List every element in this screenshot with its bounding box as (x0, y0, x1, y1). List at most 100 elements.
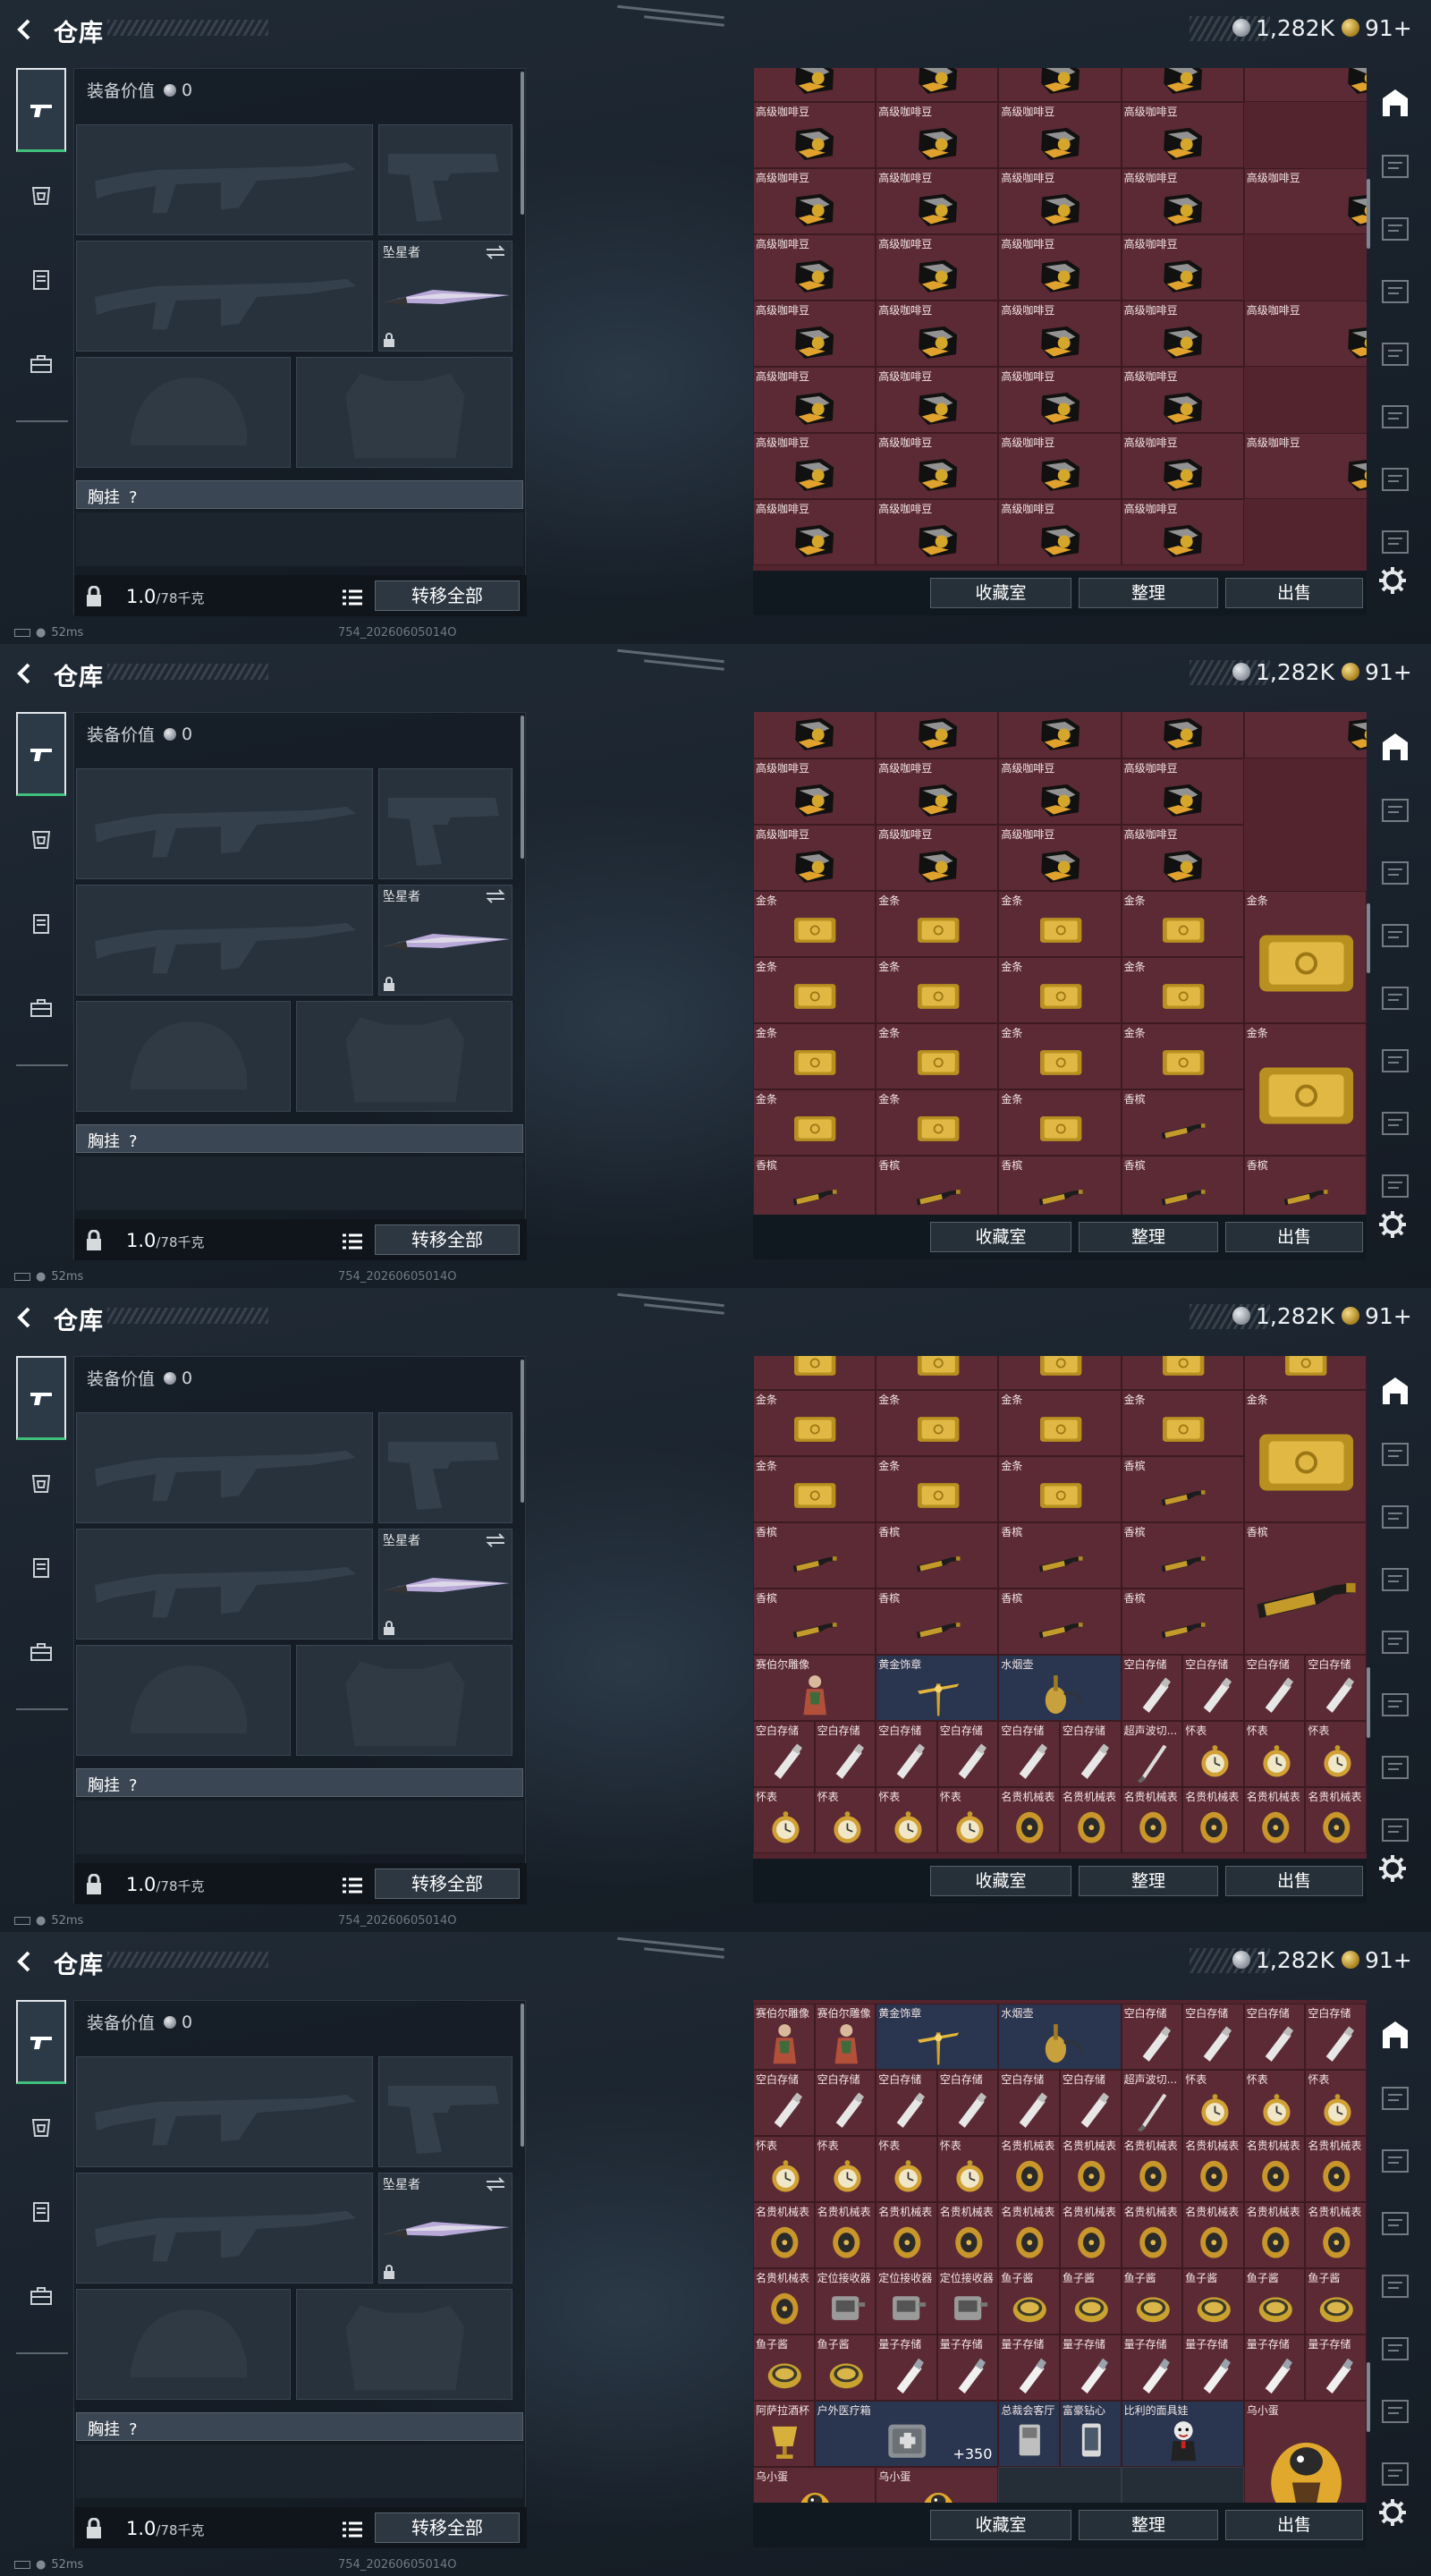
secondary-weapon-slot[interactable] (76, 2173, 373, 2284)
inventory-item[interactable]: 高级咖啡豆 (753, 712, 876, 759)
transfer-all-button[interactable]: 转移全部 (375, 1224, 520, 1255)
tab-backpack[interactable] (16, 966, 66, 1050)
inventory-item[interactable]: 量子存储 (1243, 2334, 1306, 2402)
inventory-item[interactable]: 金条 (1121, 1023, 1244, 1090)
helmet-slot[interactable] (76, 357, 291, 468)
organize-button[interactable]: 整理 (1079, 1222, 1218, 1252)
inventory-item[interactable]: 怀表 (753, 2136, 815, 2203)
storage-tab-icon[interactable] (1377, 2394, 1413, 2429)
inventory-item[interactable]: 赛伯尔雕像 (753, 2004, 815, 2071)
inventory-item[interactable]: 户外医疗箱 +350 (814, 2401, 999, 2468)
inventory-item[interactable]: 金条 (753, 1356, 876, 1390)
warehouse-scrollbar[interactable] (1367, 2361, 1370, 2433)
inventory-item[interactable]: 怀表 (814, 2136, 876, 2203)
inventory-item[interactable]: 金条 (1243, 891, 1367, 1024)
storage-tab-icon[interactable] (1377, 1624, 1413, 1660)
list-icon[interactable] (343, 1877, 362, 1894)
inventory-item[interactable]: 空白存储 (876, 1720, 937, 1787)
pistol-slot[interactable] (378, 2056, 512, 2167)
storage-tab-icon[interactable] (1377, 918, 1413, 953)
swap-icon[interactable] (485, 245, 506, 259)
tab-rig[interactable] (16, 1526, 66, 1610)
sell-button[interactable]: 出售 (1225, 2510, 1363, 2540)
inventory-item[interactable]: 空白存储 (1305, 2004, 1367, 2071)
chest-rig-header[interactable]: 胸挂? (76, 480, 523, 509)
inventory-item[interactable]: 名贵机械表 (936, 2202, 999, 2269)
inventory-item[interactable]: 香槟 (1121, 1089, 1244, 1157)
inventory-item[interactable]: 鱼子酱 (1060, 2268, 1122, 2335)
storage-tab-icon[interactable] (1377, 336, 1413, 372)
body-armor-slot[interactable] (296, 1645, 512, 1756)
inventory-item[interactable]: 金条 (998, 1023, 1122, 1090)
inventory-item[interactable]: 金条 (998, 1389, 1122, 1456)
tab-armor[interactable] (16, 798, 66, 882)
inventory-item[interactable]: 高级咖啡豆 (876, 432, 999, 499)
gold-currency[interactable]: 91+ (1342, 1302, 1412, 1329)
empty-slot[interactable] (998, 2467, 1122, 2503)
inventory-item[interactable]: 怀表 (1182, 1720, 1244, 1787)
inventory-item[interactable]: 金条 (1243, 1023, 1367, 1157)
inventory-item[interactable]: 空白存储 (1121, 2004, 1183, 2071)
inventory-item[interactable]: 名贵机械表 (998, 1786, 1060, 1853)
inventory-item[interactable]: 高级咖啡豆 (998, 233, 1122, 301)
storage-tab-icon[interactable] (1377, 1436, 1413, 1472)
secondary-weapon-slot[interactable] (76, 1529, 373, 1640)
empty-slot[interactable] (1121, 2467, 1244, 2503)
storage-tab-icon[interactable] (1377, 274, 1413, 309)
inventory-item[interactable]: 金条 (753, 891, 876, 958)
inventory-item[interactable]: 高级咖啡豆 (876, 366, 999, 433)
storage-tab-icon[interactable] (1377, 2143, 1413, 2179)
sell-button[interactable]: 出售 (1225, 1866, 1363, 1896)
melee-slot[interactable]: 坠星者 (378, 885, 512, 996)
tab-weapons[interactable] (16, 712, 66, 796)
inventory-item[interactable]: 怀表 (876, 2136, 937, 2203)
pistol-slot[interactable] (378, 1412, 512, 1523)
inventory-item[interactable]: 名贵机械表 (1243, 1786, 1306, 1853)
inventory-item[interactable]: 香槟 (876, 1156, 999, 1215)
body-armor-slot[interactable] (296, 357, 512, 468)
inventory-item[interactable]: 高级咖啡豆 (998, 366, 1122, 433)
inventory-item[interactable]: 高级咖啡豆 (1121, 825, 1244, 892)
inventory-item[interactable]: 乌小蛋 (876, 2467, 999, 2503)
inventory-item[interactable]: 香槟 (753, 1156, 876, 1215)
inventory-item[interactable]: 怀表 (1305, 1720, 1367, 1787)
organize-button[interactable]: 整理 (1079, 1866, 1218, 1896)
transfer-all-button[interactable]: 转移全部 (375, 580, 520, 611)
transfer-all-button[interactable]: 转移全部 (375, 2512, 520, 2543)
inventory-item[interactable]: 高级咖啡豆 (876, 498, 999, 565)
tab-rig[interactable] (16, 2170, 66, 2254)
inventory-item[interactable]: 名贵机械表 (1182, 2136, 1244, 2203)
melee-slot[interactable]: 坠星者 (378, 1529, 512, 1640)
chest-rig-area[interactable] (76, 513, 523, 566)
inventory-item[interactable]: 香槟 (876, 1588, 999, 1655)
inventory-item[interactable]: 定位接收器 (814, 2268, 876, 2335)
inventory-item[interactable]: 鱼子酱 (753, 2334, 815, 2402)
inventory-item[interactable]: 怀表 (876, 1786, 937, 1853)
inventory-item[interactable]: 定位接收器 (936, 2268, 999, 2335)
primary-weapon-slot[interactable] (76, 124, 373, 235)
storage-tab-icon[interactable] (1377, 148, 1413, 184)
inventory-item[interactable]: 香槟 (1121, 1156, 1244, 1215)
inventory-item[interactable]: 空白存储 (1060, 1720, 1122, 1787)
storage-tab-icon[interactable] (1377, 2456, 1413, 2492)
inventory-item[interactable]: 高级咖啡豆 (1121, 432, 1244, 499)
swap-icon[interactable] (485, 2177, 506, 2191)
storage-tab-icon[interactable] (1377, 1687, 1413, 1723)
inventory-item[interactable]: 空白存储 (876, 2070, 937, 2137)
inventory-item[interactable]: 乌小蛋 (753, 2467, 876, 2503)
inventory-item[interactable]: 怀表 (1305, 2070, 1367, 2137)
inventory-item[interactable]: 高级咖啡豆 (998, 432, 1122, 499)
inventory-item[interactable]: 比利的面具娃 (1121, 2401, 1244, 2468)
equipment-scrollbar[interactable] (521, 72, 524, 215)
inventory-item[interactable]: 金条 (876, 1089, 999, 1157)
inventory-item[interactable]: 金条 (1121, 957, 1244, 1024)
warehouse-home-icon[interactable] (1377, 730, 1413, 766)
inventory-item[interactable]: 高级咖啡豆 (1243, 432, 1367, 499)
equipment-scrollbar[interactable] (521, 716, 524, 859)
storage-tab-icon[interactable] (1377, 2206, 1413, 2241)
inventory-item[interactable]: 名贵机械表 (753, 2202, 815, 2269)
inventory-item[interactable]: 高级咖啡豆 (998, 300, 1122, 367)
inventory-item[interactable]: 空白存储 (753, 2070, 815, 2137)
warehouse-home-icon[interactable] (1377, 1374, 1413, 1410)
storage-tab-icon[interactable] (1377, 855, 1413, 891)
